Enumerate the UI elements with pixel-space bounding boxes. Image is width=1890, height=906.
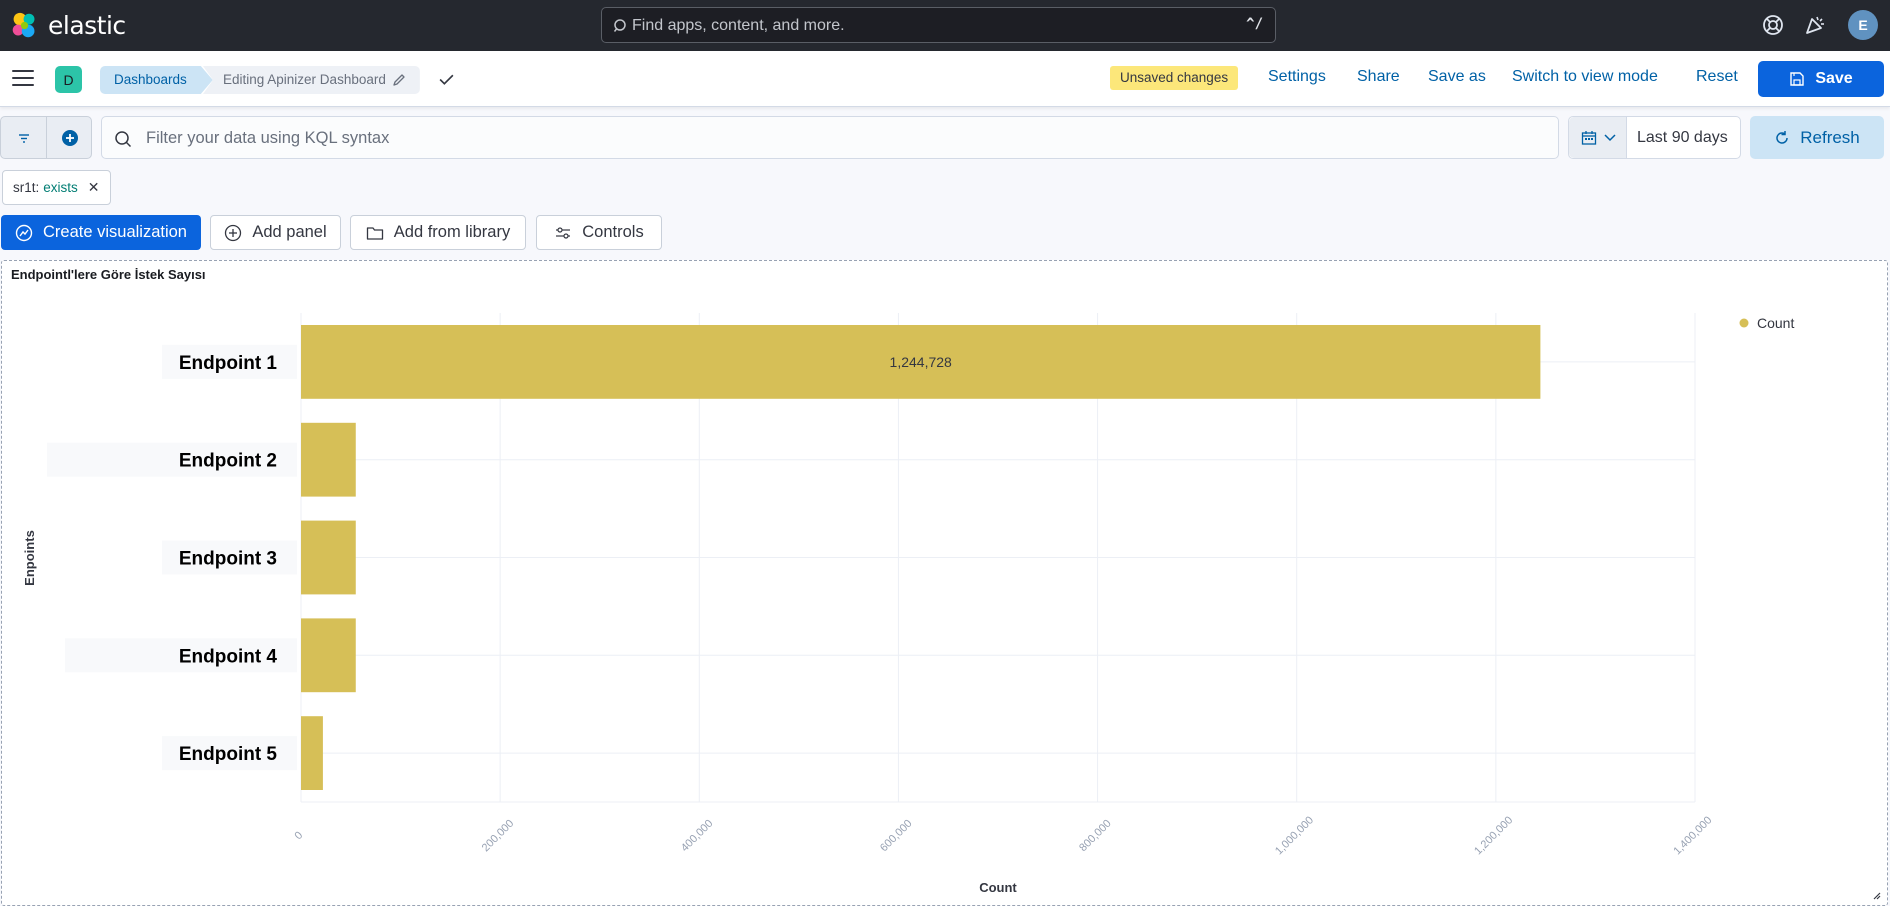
breadcrumb-current-label: Editing Apinizer Dashboard — [223, 72, 386, 87]
filter-menu-icon[interactable] — [17, 131, 31, 145]
save-icon — [1790, 72, 1805, 86]
user-avatar[interactable]: E — [1848, 10, 1878, 40]
x-tick-label: 1,400,000 — [1671, 814, 1714, 857]
breadcrumb-current[interactable]: Editing Apinizer Dashboard — [203, 66, 420, 94]
x-axis-title: Count — [979, 880, 1017, 895]
category-label: Endpoint 5 — [179, 744, 278, 765]
x-tick-label: 1,000,000 — [1273, 814, 1316, 857]
elastic-logo[interactable]: elastic — [10, 11, 126, 40]
query-placeholder: Filter your data using KQL syntax — [146, 129, 390, 147]
filter-buttons-group — [0, 116, 92, 159]
category-label: Endpoint 4 — [179, 646, 278, 667]
category-label: Endpoint 2 — [179, 451, 277, 472]
bar-4 — [301, 618, 356, 693]
menu-icon[interactable] — [12, 70, 34, 88]
bar-3 — [301, 520, 356, 595]
space-avatar[interactable]: D — [55, 66, 82, 93]
share-link[interactable]: Share — [1357, 68, 1400, 86]
search-shortcut-hint: ^/ — [1246, 16, 1263, 32]
add-filter-icon[interactable] — [61, 129, 79, 147]
global-header: elastic Find apps, content, and more. ^/… — [0, 0, 1890, 51]
refresh-icon — [1776, 130, 1788, 144]
controls-icon — [556, 226, 571, 239]
filter-pill-value: exists — [43, 180, 78, 195]
search-icon — [613, 19, 626, 32]
switch-to-view-mode-link[interactable]: Switch to view mode — [1512, 68, 1658, 86]
add-from-library-label: Add from library — [393, 223, 511, 241]
filter-pill[interactable]: sr1t: exists ✕ — [2, 170, 111, 205]
elastic-logo-icon — [12, 12, 35, 38]
folder-icon — [366, 226, 383, 240]
controls-button[interactable]: Controls — [536, 215, 662, 250]
help-icon[interactable] — [1761, 13, 1785, 37]
x-tick-label: 1,200,000 — [1472, 814, 1515, 857]
close-icon[interactable]: ✕ — [88, 171, 100, 204]
search-icon — [115, 131, 132, 148]
pencil-icon — [393, 74, 405, 86]
filter-pill-field: sr1t: — [13, 180, 40, 195]
refresh-button[interactable]: Refresh — [1750, 116, 1884, 159]
resize-handle-icon — [1873, 892, 1881, 900]
save-button[interactable]: Save — [1758, 61, 1884, 97]
visualize-icon — [15, 224, 33, 241]
add-panel-label: Add panel — [252, 223, 327, 241]
bar-2 — [301, 422, 356, 497]
refresh-button-label: Refresh — [1800, 127, 1860, 147]
controls-label: Controls — [582, 223, 644, 241]
quick-menu-button[interactable] — [1569, 117, 1627, 158]
category-label: Endpoint 1 — [179, 353, 278, 374]
chevron-down-icon — [1604, 134, 1616, 142]
bar-5 — [301, 716, 323, 790]
category-label: Endpoint 3 — [179, 549, 277, 570]
save-button-label: Save — [1815, 70, 1853, 87]
create-visualization-button[interactable]: Create visualization — [1, 215, 201, 250]
x-tick-label: 400,000 — [679, 818, 716, 855]
unsaved-changes-badge: Unsaved changes — [1110, 66, 1239, 90]
add-from-library-button[interactable]: Add from library — [350, 215, 526, 250]
search-placeholder: Find apps, content, and more. — [632, 17, 845, 34]
save-as-link[interactable]: Save as — [1428, 68, 1486, 86]
news-icon[interactable] — [1803, 13, 1827, 37]
legend-label: Count — [1757, 315, 1794, 331]
date-range-label: Last 90 days — [1637, 129, 1728, 146]
create-visualization-label: Create visualization — [43, 223, 187, 241]
kql-query-input[interactable]: Filter your data using KQL syntax — [101, 116, 1559, 159]
global-search-input[interactable]: Find apps, content, and more. ^/ — [601, 7, 1276, 43]
visualization-panel[interactable]: Endpointl'lere Göre İstek Sayısı 0 200,00… — [1, 260, 1888, 906]
plus-in-circle-icon — [225, 224, 242, 241]
x-tick-label: 600,000 — [878, 818, 915, 855]
breadcrumb-dashboards[interactable]: Dashboards — [100, 66, 213, 94]
date-picker[interactable]: Last 90 days — [1568, 116, 1741, 159]
x-tick-label: 200,000 — [480, 818, 517, 855]
check-icon[interactable] — [438, 71, 455, 88]
add-panel-button[interactable]: Add panel — [210, 215, 341, 250]
x-tick-label: 0 — [292, 829, 305, 842]
app-toolbar: D Dashboards Editing Apinizer Dashboard … — [0, 51, 1890, 107]
settings-link[interactable]: Settings — [1268, 68, 1326, 86]
logo-text: elastic — [48, 11, 126, 40]
bar-data-label: 1,244,728 — [890, 354, 952, 370]
reset-link[interactable]: Reset — [1696, 68, 1738, 86]
x-tick-label: 800,000 — [1077, 818, 1114, 855]
legend-swatch — [1739, 318, 1749, 328]
calendar-icon — [1581, 131, 1597, 145]
y-axis-title: Enpoints — [22, 530, 37, 586]
bar-chart: 0 200,000 400,000 600,000 800,000 1,000,000 1,… — [22, 313, 1881, 900]
